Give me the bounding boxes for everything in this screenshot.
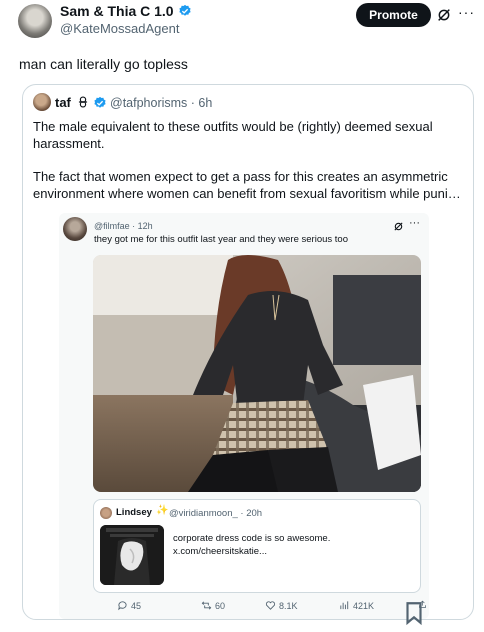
heart-icon — [265, 601, 276, 610]
more-options-icon[interactable]: ··· — [458, 4, 475, 20]
quoted-author-name: taf — [55, 95, 71, 110]
nested-text-line: x.com/cheersitskatie... — [173, 546, 267, 557]
sparkle-icon: ✨ — [156, 505, 169, 516]
author-handle[interactable]: @KateMossadAgent — [60, 21, 179, 36]
tweet-text: man can literally go topless — [19, 56, 188, 72]
grok-icon — [394, 222, 403, 231]
nested-media-thumbnail — [100, 525, 164, 585]
nested-text-line: corporate dress code is so awesome. — [173, 533, 331, 544]
affiliate-badge-icon — [78, 96, 88, 108]
repost-icon — [201, 601, 212, 610]
share-icon — [419, 600, 426, 608]
embedded-tweet-text: they got me for this outfit last year an… — [94, 234, 348, 245]
analytics-icon — [340, 601, 349, 610]
outfit-photo-drawing — [93, 255, 421, 492]
reply-count: 45 — [131, 600, 142, 611]
quoted-author-avatar — [33, 93, 51, 111]
grok-icon[interactable] — [436, 7, 452, 23]
nested-tweet-text: corporate dress code is so awesome. x.co… — [173, 532, 413, 558]
view-count: 421K — [353, 600, 375, 611]
quoted-text-line: The fact that women expect to get a pass… — [33, 169, 448, 184]
verified-badge-icon — [178, 4, 191, 16]
quoted-tweet-card[interactable]: taf @tafphorisms · 6h The male equivalen… — [22, 84, 474, 626]
quoted-text-paragraph-1: The male equivalent to these outfits wou… — [33, 119, 433, 151]
embedded-author-handle: @filmfae · 12h — [94, 221, 153, 231]
embedded-author-avatar — [63, 217, 87, 241]
views-action: 421K — [339, 600, 374, 611]
quoted-text-line: environment where women can benefit from… — [33, 186, 463, 201]
nested-quoted-tweet: Lindsey ✨ @viridianmoon_ · 20h corporate… — [93, 499, 421, 593]
more-options-icon: ··· — [409, 217, 420, 229]
promote-button[interactable]: Promote — [356, 3, 431, 27]
reply-icon — [118, 601, 127, 611]
nested-author-handle: @viridianmoon_ · 20h — [169, 508, 263, 519]
embedded-tweet-image[interactable]: @filmfae · 12h they got me for this outf… — [59, 213, 429, 626]
repost-action: 60 — [201, 600, 225, 611]
author-avatar[interactable] — [18, 4, 52, 38]
nested-author-avatar — [100, 507, 112, 519]
author-name-row[interactable]: Sam & Thia C 1.0 — [60, 3, 192, 19]
quoted-text-paragraph-2: The fact that women expect to get a pass… — [33, 168, 463, 202]
action-bar: 45 60 8.1K 421K — [95, 600, 427, 626]
reply-action: 45 — [117, 600, 141, 611]
verified-badge-icon — [94, 96, 106, 108]
like-action: 8.1K — [265, 600, 298, 611]
quoted-author-handle: @tafphorisms · 6h — [110, 96, 213, 110]
like-count: 8.1K — [279, 600, 298, 611]
author-name[interactable]: Sam & Thia C 1.0 — [60, 3, 174, 19]
nested-author-name: Lindsey — [116, 507, 152, 518]
repost-count: 60 — [215, 600, 226, 611]
nested-media-drawing — [100, 525, 164, 585]
outfit-photo — [93, 255, 421, 492]
